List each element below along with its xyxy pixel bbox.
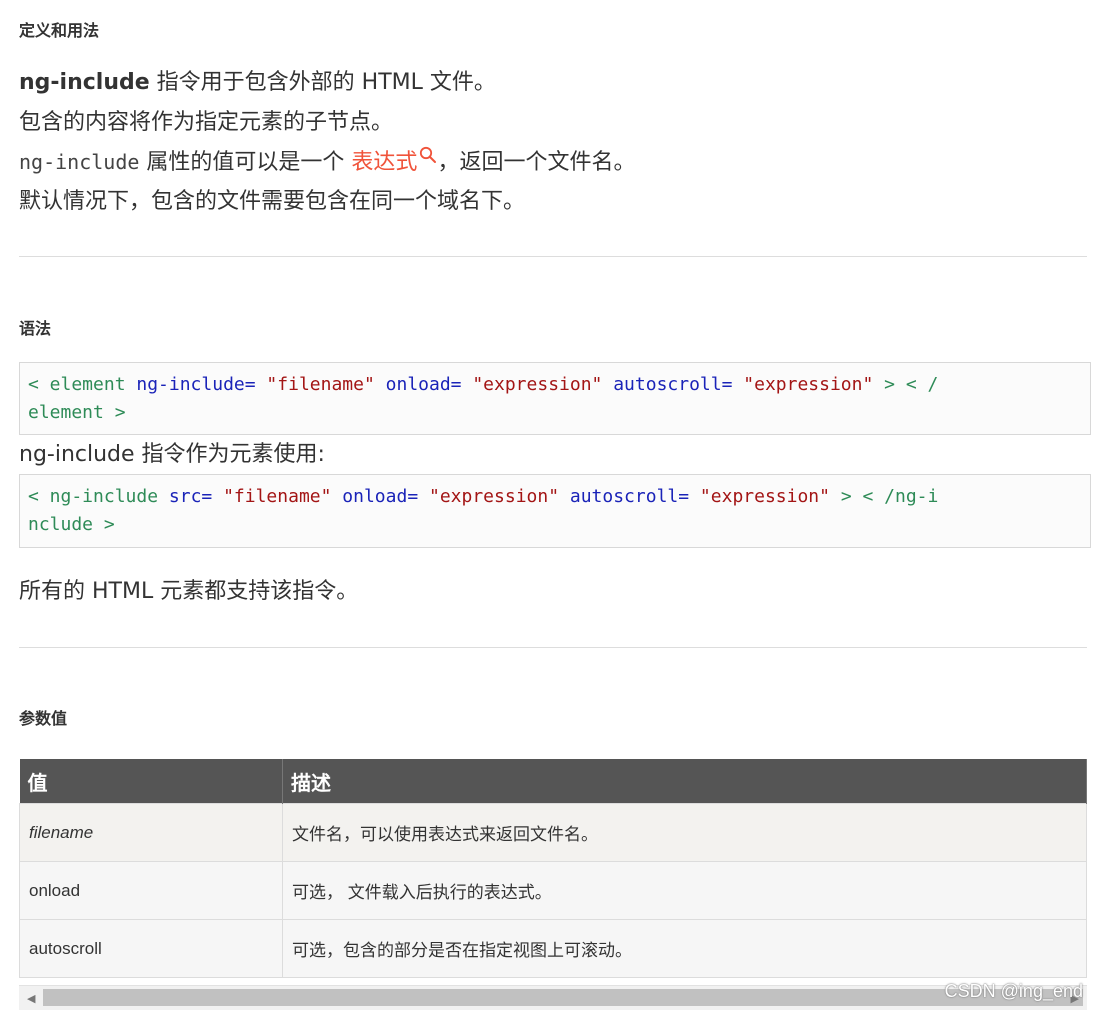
scroll-left-icon[interactable]: ◀ — [27, 992, 35, 1005]
param-name: filename — [29, 822, 94, 842]
watermark: CSDN @ing_end — [944, 981, 1083, 1001]
table-header-row: 值 描述 — [19, 759, 1087, 804]
code-attr: autoscroll= — [613, 374, 733, 395]
inline-code: ng-include — [19, 150, 140, 174]
table-cell-description: 可选，包含的部分是否在指定视图上可滚动。 — [282, 919, 1087, 978]
scrollbar-thumb[interactable] — [43, 989, 1083, 1006]
support-text: 所有的 HTML 元素都支持该指令。 — [19, 579, 359, 604]
code-attr: onload= — [385, 374, 462, 395]
code-value: "expression" — [732, 374, 885, 395]
code-value: "filename" — [255, 374, 386, 395]
code-block-element: < ng-include src= "filename" onload= "ex… — [19, 474, 1091, 548]
code-line: element > — [28, 402, 126, 423]
table-header-description: 描述 — [282, 759, 1087, 804]
code-tag: < element — [28, 374, 137, 395]
definition-line-1: ng-include 指令用于包含外部的 HTML 文件。 — [19, 69, 496, 97]
table-row: autoscroll 可选，包含的部分是否在指定视图上可滚动。 — [19, 919, 1087, 978]
search-icon[interactable] — [419, 144, 437, 172]
code-line: < ng-include src= "filename" onload= "ex… — [28, 483, 1082, 511]
code-block-attribute: < element ng-include= "filename" onload=… — [19, 362, 1091, 435]
definition-line-3-end: ，返回一个文件名。 — [437, 150, 636, 175]
code-attr: onload= — [342, 486, 419, 507]
code-line: < element ng-include= "filename" onload=… — [28, 371, 1082, 399]
heading-syntax: 语法 — [19, 319, 52, 338]
definition-line-3: ng-include 属性的值可以是一个 表达式 ，返回一个文件名。 — [19, 146, 636, 177]
table-row: filename 文件名，可以使用表达式来返回文件名。 — [19, 803, 1087, 862]
parameters-table: 值 描述 filename 文件名，可以使用表达式来返回文件名。 onload … — [19, 759, 1087, 978]
table-row: onload 可选， 文件载入后执行的表达式。 — [19, 861, 1087, 920]
horizontal-scrollbar[interactable]: ◀ ▶ — [19, 985, 1087, 1010]
code-value: "expression" — [461, 374, 614, 395]
code-value: "filename" — [212, 486, 343, 507]
definition-line-4: 默认情况下，包含的文件需要包含在同一个域名下。 — [19, 189, 526, 214]
code-tag: > < /ng-i — [840, 486, 939, 507]
divider — [19, 647, 1087, 648]
code-tag: < ng-include — [28, 486, 169, 507]
expression-link[interactable]: 表达式 — [351, 150, 417, 175]
element-usage-text: ng-include 指令作为元素使用: — [19, 442, 325, 467]
definition-line-1-text: 指令用于包含外部的 HTML 文件。 — [149, 70, 496, 95]
directive-name: ng-include — [19, 70, 150, 95]
heading-definition: 定义和用法 — [19, 21, 100, 40]
definition-line-3-text: 属性的值可以是一个 — [139, 150, 352, 175]
heading-parameters: 参数值 — [19, 709, 68, 728]
table-cell-description: 文件名，可以使用表达式来返回文件名。 — [282, 803, 1087, 862]
definition-line-2: 包含的内容将作为指定元素的子节点。 — [19, 110, 394, 135]
table-cell-value: filename — [19, 803, 283, 862]
code-attr: ng-include= — [136, 374, 256, 395]
code-attr: autoscroll= — [569, 486, 690, 507]
table-cell-value: autoscroll — [19, 919, 283, 978]
table-cell-value: onload — [19, 861, 283, 920]
code-attr: src= — [168, 486, 213, 507]
code-value: "expression" — [689, 486, 841, 507]
table-cell-description: 可选， 文件载入后执行的表达式。 — [282, 861, 1087, 920]
code-line: nclude > — [28, 514, 115, 535]
table-header-value: 值 — [19, 759, 283, 804]
divider — [19, 256, 1087, 257]
code-tag: > < / — [884, 374, 939, 395]
code-value: "expression" — [418, 486, 570, 507]
